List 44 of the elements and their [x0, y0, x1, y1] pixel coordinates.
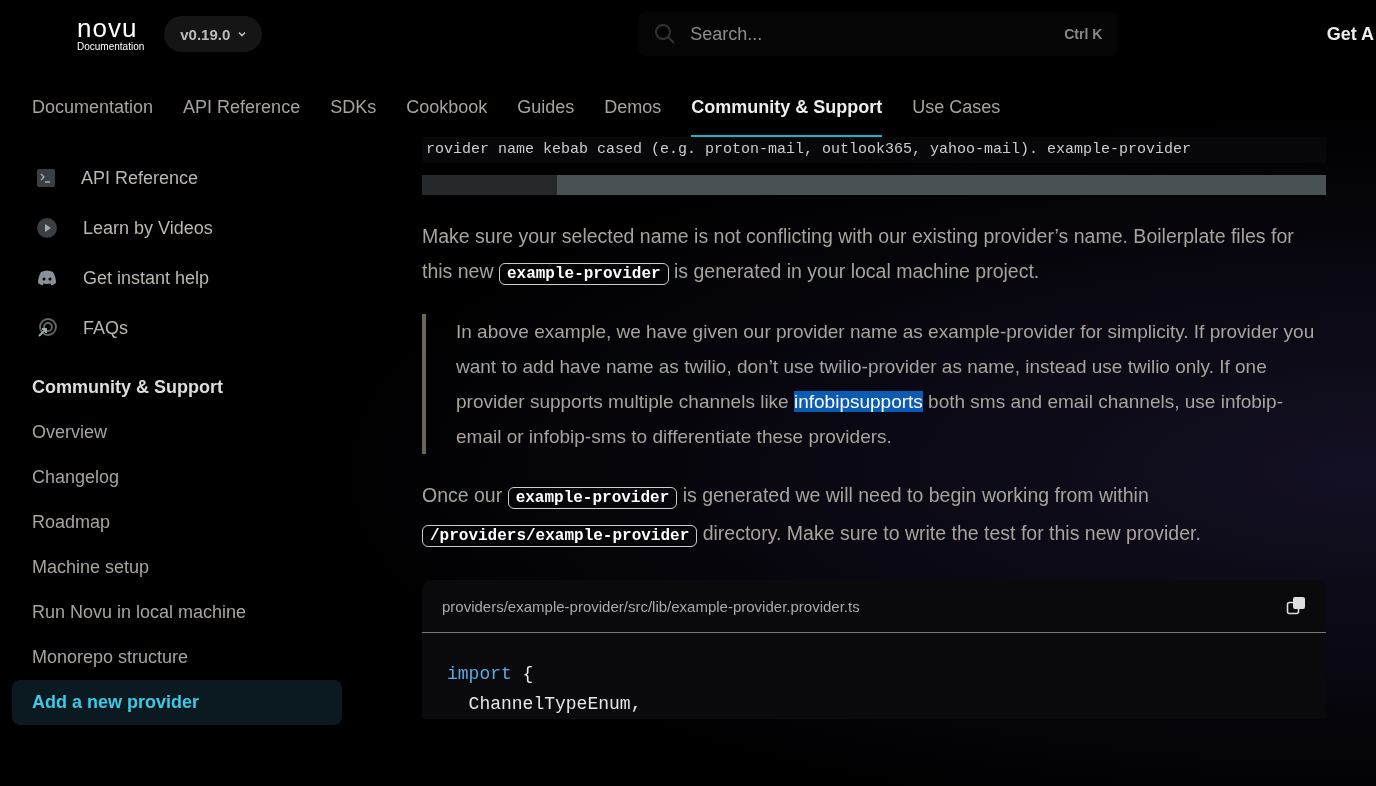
inline-code: /providers/example-provider	[422, 525, 698, 547]
paragraph: Make sure your selected name is not conflicting with our existing provider’s name. Boilerplate files for this new example-provider is generated in your local machine project.	[422, 224, 1295, 287]
sidebar-link[interactable]: Get instant help	[12, 253, 390, 303]
paragraph: Once our example-provider is generated we will need to begin working from within /providers/example-provider directory. Make sure to write the test for this new provider.	[422, 483, 1202, 549]
game-controller-icon	[37, 270, 57, 286]
nav-tab[interactable]: Use Cases	[912, 68, 1001, 137]
get-started-link[interactable]: Get A	[1326, 23, 1374, 45]
search-icon	[654, 23, 677, 45]
sidebar-section-title: Community & Support	[32, 377, 224, 398]
nav-tab[interactable]: Demos	[604, 68, 662, 137]
novu-logo[interactable]: novu Documentation	[77, 16, 145, 52]
sidebar-link[interactable]: FAQs	[12, 303, 390, 353]
nav-tab[interactable]: Cookbook	[406, 68, 488, 137]
blockquote-text: In above example, we have given our provider name as example-provider for simplicity. If provider you want to add have name as twilio, don’t use twilio-provider as name, instead use twilio only. If one provider supports multiple channels like infobipsupports both sms and email channels, use infobip-email or infobip-sms to differentiate these providers.	[422, 314, 1326, 454]
code-line: ChannelTypeEnum,	[467, 693, 643, 716]
shortcut-hint: Ctrl K	[1064, 26, 1103, 42]
scrollbar[interactable]	[422, 175, 1326, 195]
sidebar-item[interactable]: Changelog	[12, 455, 342, 500]
nav-tab[interactable]: Documentation	[32, 68, 154, 137]
version-dropdown[interactable]: v0.19.0	[164, 16, 263, 52]
sidebar-item[interactable]: Add a new provider	[12, 680, 342, 725]
sidebar-link[interactable]: Learn by Videos	[12, 203, 390, 253]
inline-code: example-provider	[507, 487, 678, 509]
sidebar-item[interactable]: Run Novu in local machine	[12, 590, 342, 635]
logo-text: novu	[77, 16, 138, 39]
nav-tab[interactable]: SDKs	[330, 68, 377, 137]
nav-tab[interactable]: Guides	[517, 68, 575, 137]
inline-code: example-provider	[498, 263, 669, 285]
code-filename: providers/example-provider/src/lib/example-provider.provider.ts	[442, 597, 860, 615]
play-icon	[37, 218, 57, 238]
sidebar-item[interactable]: Roadmap	[12, 500, 342, 545]
sidebar-link[interactable]: API Reference	[12, 153, 390, 203]
sidebar-item[interactable]: Machine setup	[12, 545, 342, 590]
copy-icon[interactable]	[1286, 596, 1306, 616]
sidebar-item[interactable]: Monorepo structure	[12, 635, 342, 680]
target-icon	[37, 318, 57, 338]
terminal-icon	[37, 169, 55, 187]
search-bar[interactable]: Search... Ctrl K	[638, 12, 1119, 56]
logo-subtitle: Documentation	[77, 40, 145, 52]
selected-text: infobipsupports	[793, 391, 923, 412]
sidebar-item[interactable]: Overview	[12, 410, 342, 455]
search-field[interactable]: Search...	[688, 22, 1053, 46]
code-line: import {	[447, 663, 535, 686]
nav-tab[interactable]: API Reference	[183, 68, 301, 137]
